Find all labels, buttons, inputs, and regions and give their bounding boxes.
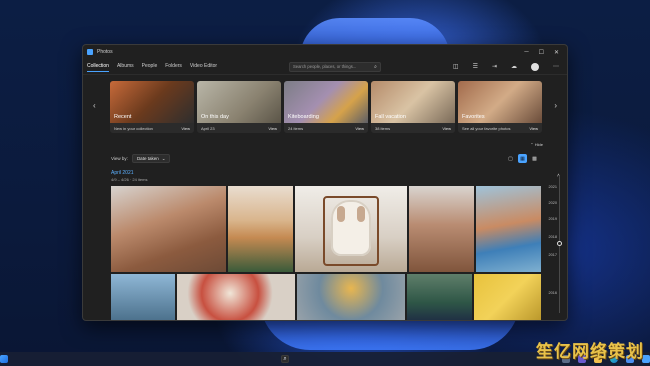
photo-tile-rocks-hiker[interactable] bbox=[111, 186, 226, 272]
title-bar: Photos ─ ☐ ✕ bbox=[83, 45, 567, 59]
memory-meta-text: 24 items bbox=[288, 125, 304, 131]
memory-meta: See all your favorite photos View bbox=[458, 123, 542, 133]
import-icon[interactable]: ⇥ bbox=[492, 63, 497, 70]
view-link[interactable]: View bbox=[268, 126, 277, 131]
caption-buttons: ─ ☐ ✕ bbox=[524, 49, 563, 56]
memory-thumbnail: Kiteboarding bbox=[284, 81, 368, 123]
photo-tile-rocks-people[interactable] bbox=[409, 186, 474, 272]
photo-tile-yellow-building[interactable] bbox=[474, 274, 541, 320]
maximize-button[interactable]: ☐ bbox=[539, 49, 544, 56]
memory-caption: Kiteboarding bbox=[288, 114, 319, 120]
tab-albums[interactable]: Albums bbox=[117, 63, 134, 71]
tab-collection[interactable]: Collection bbox=[87, 63, 109, 72]
search-placeholder: Search people, places, or things... bbox=[292, 64, 357, 69]
view-link[interactable]: View bbox=[529, 126, 538, 131]
view-by-value: Date taken bbox=[136, 156, 159, 161]
memory-meta-text: April 23 bbox=[201, 125, 215, 131]
timeline-handle[interactable] bbox=[557, 241, 562, 246]
photos-app-icon bbox=[87, 49, 93, 55]
tab-people[interactable]: People bbox=[142, 63, 158, 71]
memory-caption: Recent bbox=[114, 114, 132, 120]
memory-caption: Fall vacation bbox=[375, 114, 406, 120]
memory-caption: Favorites bbox=[462, 114, 485, 120]
square-view-icon[interactable]: ▢ bbox=[506, 154, 515, 163]
view-by-dropdown[interactable]: Date taken ⌄ bbox=[131, 154, 171, 163]
select-icon[interactable]: ☰ bbox=[473, 63, 478, 70]
memory-meta: 38 items View bbox=[371, 123, 455, 133]
date-group-header: April 2021 4/9 – 4/26 · 24 items bbox=[111, 170, 147, 182]
nav-actions: ◫ ☰ ⇥ ☁ ⋯ bbox=[453, 62, 563, 71]
nav-tabs: Collection Albums People Folders Video E… bbox=[87, 63, 217, 72]
watermark-text: 笙亿网络策划 bbox=[536, 342, 644, 362]
avatar[interactable] bbox=[530, 62, 539, 71]
timeline-year[interactable]: 2018 bbox=[549, 235, 557, 239]
photo-grid bbox=[111, 186, 541, 320]
window-title: Photos bbox=[97, 49, 113, 55]
memory-caption: On this day bbox=[201, 114, 229, 120]
dog-shape bbox=[331, 200, 371, 256]
memory-meta: April 23 View bbox=[197, 123, 281, 133]
minimize-button[interactable]: ─ bbox=[524, 49, 528, 56]
memories-carousel: ‹ Recent New in your collection View On … bbox=[83, 81, 567, 143]
memory-meta-text: New in your collection bbox=[114, 125, 153, 131]
memory-card-favorites[interactable]: Favorites See all your favorite photos V… bbox=[458, 81, 542, 133]
photo-tile-skate-top[interactable] bbox=[297, 274, 405, 320]
carousel-prev-icon[interactable]: ‹ bbox=[93, 101, 96, 110]
memory-meta-text: 38 items bbox=[375, 125, 391, 131]
timeline-year[interactable]: 2016 bbox=[549, 291, 557, 295]
close-button[interactable]: ✕ bbox=[554, 49, 559, 56]
search-input[interactable]: Search people, places, or things... ⌕ bbox=[288, 61, 381, 72]
memory-thumbnail: Recent bbox=[110, 81, 194, 123]
memory-card-fall-vacation[interactable]: Fall vacation 38 items View bbox=[371, 81, 455, 133]
hide-memories-button[interactable]: ⌃ Hide bbox=[530, 142, 543, 147]
photos-window: Photos ─ ☐ ✕ Collection Albums People Fo… bbox=[82, 44, 568, 321]
memory-thumbnail: Fall vacation bbox=[371, 81, 455, 123]
cloud-icon[interactable]: ☁ bbox=[511, 63, 517, 70]
photo-tile-diver[interactable] bbox=[407, 274, 472, 320]
photo-tile-architecture[interactable] bbox=[111, 274, 175, 320]
memory-cards: Recent New in your collection View On th… bbox=[110, 81, 542, 133]
memory-meta-text: See all your favorite photos bbox=[462, 125, 511, 131]
start-icon[interactable] bbox=[0, 355, 8, 363]
tab-folders[interactable]: Folders bbox=[165, 63, 182, 71]
tab-video-editor[interactable]: Video Editor bbox=[190, 63, 217, 71]
view-link[interactable]: View bbox=[355, 126, 364, 131]
timeline-year[interactable]: 2017 bbox=[549, 253, 557, 257]
memory-card-on-this-day[interactable]: On this day April 23 View bbox=[197, 81, 281, 133]
memory-meta: New in your collection View bbox=[110, 123, 194, 133]
photo-tile-dog-chair[interactable] bbox=[295, 186, 407, 272]
top-navigation: Collection Albums People Folders Video E… bbox=[83, 59, 567, 75]
memory-thumbnail: On this day bbox=[197, 81, 281, 123]
memory-card-recent[interactable]: Recent New in your collection View bbox=[110, 81, 194, 133]
more-icon[interactable]: ⋯ bbox=[553, 63, 559, 70]
memory-thumbnail: Favorites bbox=[458, 81, 542, 123]
timeline-year[interactable]: 2021 bbox=[549, 185, 557, 189]
chevron-down-icon: ⌄ bbox=[161, 155, 166, 161]
compact-view-icon[interactable]: ▩ bbox=[530, 154, 539, 163]
timeline-scrubber[interactable]: ˄ 2021 2020 2019 2018 2017 2016 bbox=[547, 173, 563, 313]
view-by-bar: View by: Date taken ⌄ bbox=[111, 154, 171, 163]
layout-toggle: ▢ ▦ ▩ bbox=[506, 154, 539, 163]
view-link[interactable]: View bbox=[442, 126, 451, 131]
search-icon[interactable]: ⌕ bbox=[374, 64, 377, 70]
photo-tile-red-hoop[interactable] bbox=[177, 274, 295, 320]
date-group-month: April 2021 bbox=[111, 170, 134, 176]
hide-label: Hide bbox=[534, 142, 543, 147]
photo-tile-coast[interactable] bbox=[476, 186, 541, 272]
view-link[interactable]: View bbox=[181, 126, 190, 131]
grid-view-icon[interactable]: ▦ bbox=[518, 154, 527, 163]
camera-icon[interactable]: ◫ bbox=[453, 63, 459, 70]
timeline-year[interactable]: 2020 bbox=[549, 201, 557, 205]
photo-tile-city-aerial[interactable] bbox=[228, 186, 293, 272]
timeline-year[interactable]: 2019 bbox=[549, 217, 557, 221]
carousel-next-icon[interactable]: › bbox=[554, 101, 557, 110]
taskbar-search-icon[interactable]: ⌕ bbox=[281, 355, 289, 363]
memory-card-kiteboarding[interactable]: Kiteboarding 24 items View bbox=[284, 81, 368, 133]
view-by-label: View by: bbox=[111, 156, 128, 161]
date-group-range: 4/9 – 4/26 · 24 items bbox=[111, 177, 148, 182]
memory-meta: 24 items View bbox=[284, 123, 368, 133]
